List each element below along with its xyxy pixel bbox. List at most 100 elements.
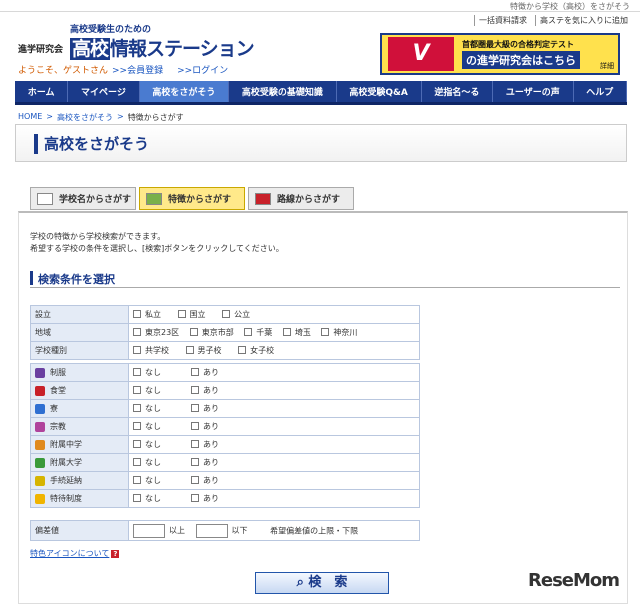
option-label: 男子校 bbox=[197, 345, 222, 355]
checkbox[interactable] bbox=[191, 476, 199, 485]
bulk-request-link[interactable]: 一括資料請求 bbox=[474, 15, 527, 26]
checkbox-option[interactable]: 神奈川 bbox=[321, 327, 357, 338]
checkbox-option[interactable]: あり bbox=[191, 493, 219, 504]
checkbox-option[interactable]: なし bbox=[133, 403, 161, 414]
junior-high-icon bbox=[35, 439, 45, 450]
checkbox-option[interactable]: 東京23区 bbox=[133, 327, 179, 338]
breadcrumb-sep: > bbox=[46, 112, 53, 121]
checkbox-option[interactable]: あり bbox=[191, 457, 219, 468]
section-title-text: 検索条件を選択 bbox=[38, 273, 115, 286]
banner-more: 詳細 bbox=[600, 62, 614, 70]
checkbox[interactable] bbox=[177, 310, 186, 319]
option-label: なし bbox=[145, 475, 161, 485]
feature-conditions-table: 制服 なし あり 食堂 なし あり寮なし あり 宗教 なし あり 附属中学 なし あり 附属大学 なし あり手… bbox=[30, 363, 420, 508]
table-row: 設立 私立 国立 公立 bbox=[30, 305, 420, 324]
checkbox[interactable] bbox=[191, 368, 199, 377]
checkbox[interactable] bbox=[191, 494, 199, 503]
checkbox[interactable] bbox=[133, 328, 141, 337]
checkbox[interactable] bbox=[133, 494, 141, 503]
checkbox[interactable] bbox=[133, 404, 141, 413]
nav-home[interactable]: ホーム bbox=[15, 81, 69, 102]
checkbox-option[interactable]: あり bbox=[191, 475, 219, 486]
checkbox[interactable] bbox=[222, 310, 231, 319]
option-label: 共学校 bbox=[145, 345, 169, 355]
checkbox[interactable] bbox=[133, 440, 141, 449]
add-favorite-link[interactable]: 高ステを気に入りに追加 bbox=[535, 15, 628, 26]
checkbox-option[interactable]: 共学校 bbox=[133, 345, 169, 356]
checkbox-option[interactable]: あり bbox=[191, 403, 219, 414]
checkbox[interactable] bbox=[321, 328, 330, 337]
checkbox-option[interactable]: なし bbox=[133, 457, 161, 468]
checkbox-option[interactable]: 公立 bbox=[222, 309, 250, 320]
checkbox[interactable] bbox=[133, 310, 141, 319]
checkbox[interactable] bbox=[133, 458, 141, 467]
row-label: 寮 bbox=[30, 399, 129, 418]
option-label: 女子校 bbox=[250, 345, 275, 355]
breadcrumb-home[interactable]: HOME bbox=[18, 112, 42, 123]
checkbox[interactable] bbox=[191, 440, 199, 449]
checkbox-option[interactable]: 男子校 bbox=[185, 345, 222, 356]
deviation-table: 偏差値 以上 以下 希望偏差値の上限・下限 bbox=[30, 520, 420, 541]
nav-search-school[interactable]: 高校をさがそう bbox=[139, 81, 230, 102]
ad-banner[interactable]: V 首都圏最大級の合格判定テスト の進学研究会はこちら 詳細 bbox=[380, 33, 620, 75]
deviation-lower-input[interactable] bbox=[133, 523, 165, 538]
nav-help[interactable]: ヘルプ bbox=[574, 81, 628, 102]
row-options: なし あり bbox=[128, 489, 420, 508]
checkbox-option[interactable]: なし bbox=[133, 475, 161, 486]
checkbox-option[interactable]: 埼玉 bbox=[282, 327, 311, 338]
checkbox-option[interactable]: あり bbox=[191, 385, 219, 396]
deviation-upper-input[interactable] bbox=[195, 523, 228, 538]
checkbox-option[interactable]: なし bbox=[133, 493, 161, 504]
checkbox[interactable] bbox=[133, 422, 141, 431]
checkbox-option[interactable]: 東京市部 bbox=[189, 327, 234, 338]
checkbox[interactable] bbox=[191, 458, 199, 467]
checkbox-option[interactable]: なし bbox=[133, 367, 161, 378]
tab-by-line[interactable]: 路線からさがす bbox=[248, 187, 354, 210]
checkbox[interactable] bbox=[185, 346, 194, 355]
tab-by-feature[interactable]: 特徴からさがす bbox=[139, 187, 245, 210]
icon-note-text: 特色アイコンについて bbox=[30, 549, 110, 558]
checkbox-option[interactable]: なし bbox=[133, 421, 161, 432]
breadcrumb: HOME > 高校をさがそう > 特徴からさがす bbox=[18, 112, 184, 123]
nav-mypage[interactable]: マイページ bbox=[68, 81, 140, 102]
nav-qa[interactable]: 高校受験Q&A bbox=[337, 81, 422, 102]
option-label: 神奈川 bbox=[333, 327, 358, 337]
checkbox[interactable] bbox=[189, 328, 198, 337]
checkbox[interactable] bbox=[282, 328, 291, 337]
tab-by-name[interactable]: 学校名からさがす bbox=[30, 187, 136, 210]
option-label: 東京23区 bbox=[145, 327, 180, 337]
checkbox-option[interactable]: 私立 bbox=[133, 309, 161, 320]
main-nav: ホーム マイページ 高校をさがそう 高校受験の基礎知識 高校受験Q&A 逆指名〜… bbox=[15, 81, 628, 105]
checkbox[interactable] bbox=[133, 346, 141, 355]
checkbox-option[interactable]: あり bbox=[191, 421, 219, 432]
checkbox-option[interactable]: 女子校 bbox=[238, 345, 274, 356]
nav-basics[interactable]: 高校受験の基礎知識 bbox=[229, 81, 337, 102]
site-logo[interactable]: 高校 情報ステーション bbox=[70, 34, 255, 61]
checkbox-option[interactable]: あり bbox=[191, 439, 219, 450]
search-button[interactable]: ⌕ 検 索 bbox=[255, 572, 389, 594]
checkbox[interactable] bbox=[191, 404, 199, 413]
tab-label: 学校名からさがす bbox=[59, 195, 132, 205]
nav-user-voice[interactable]: ユーザーの声 bbox=[493, 81, 574, 102]
breadcrumb-level1[interactable]: 高校をさがそう bbox=[57, 112, 113, 123]
nav-reverse[interactable]: 逆指名〜る bbox=[422, 81, 494, 102]
checkbox[interactable] bbox=[133, 476, 141, 485]
university-icon bbox=[35, 457, 45, 468]
checkbox-option[interactable]: なし bbox=[133, 385, 161, 396]
checkbox-option[interactable]: 千葉 bbox=[244, 327, 272, 338]
section-accent bbox=[30, 271, 33, 285]
login-link[interactable]: >>ログイン bbox=[177, 63, 228, 76]
checkbox[interactable] bbox=[238, 346, 247, 355]
checkbox[interactable] bbox=[244, 328, 253, 337]
checkbox-option[interactable]: 国立 bbox=[177, 309, 206, 320]
register-link[interactable]: >>会員登録 bbox=[112, 63, 163, 76]
checkbox[interactable] bbox=[191, 422, 199, 431]
checkbox[interactable] bbox=[191, 386, 199, 395]
checkbox[interactable] bbox=[133, 386, 141, 395]
option-label: あり bbox=[203, 367, 219, 377]
checkbox-option[interactable]: あり bbox=[191, 367, 219, 378]
logo-highlight: 高校 bbox=[70, 38, 111, 60]
icon-note-link[interactable]: 特色アイコンについて? bbox=[30, 548, 120, 559]
checkbox[interactable] bbox=[133, 368, 141, 377]
checkbox-option[interactable]: なし bbox=[133, 439, 161, 450]
